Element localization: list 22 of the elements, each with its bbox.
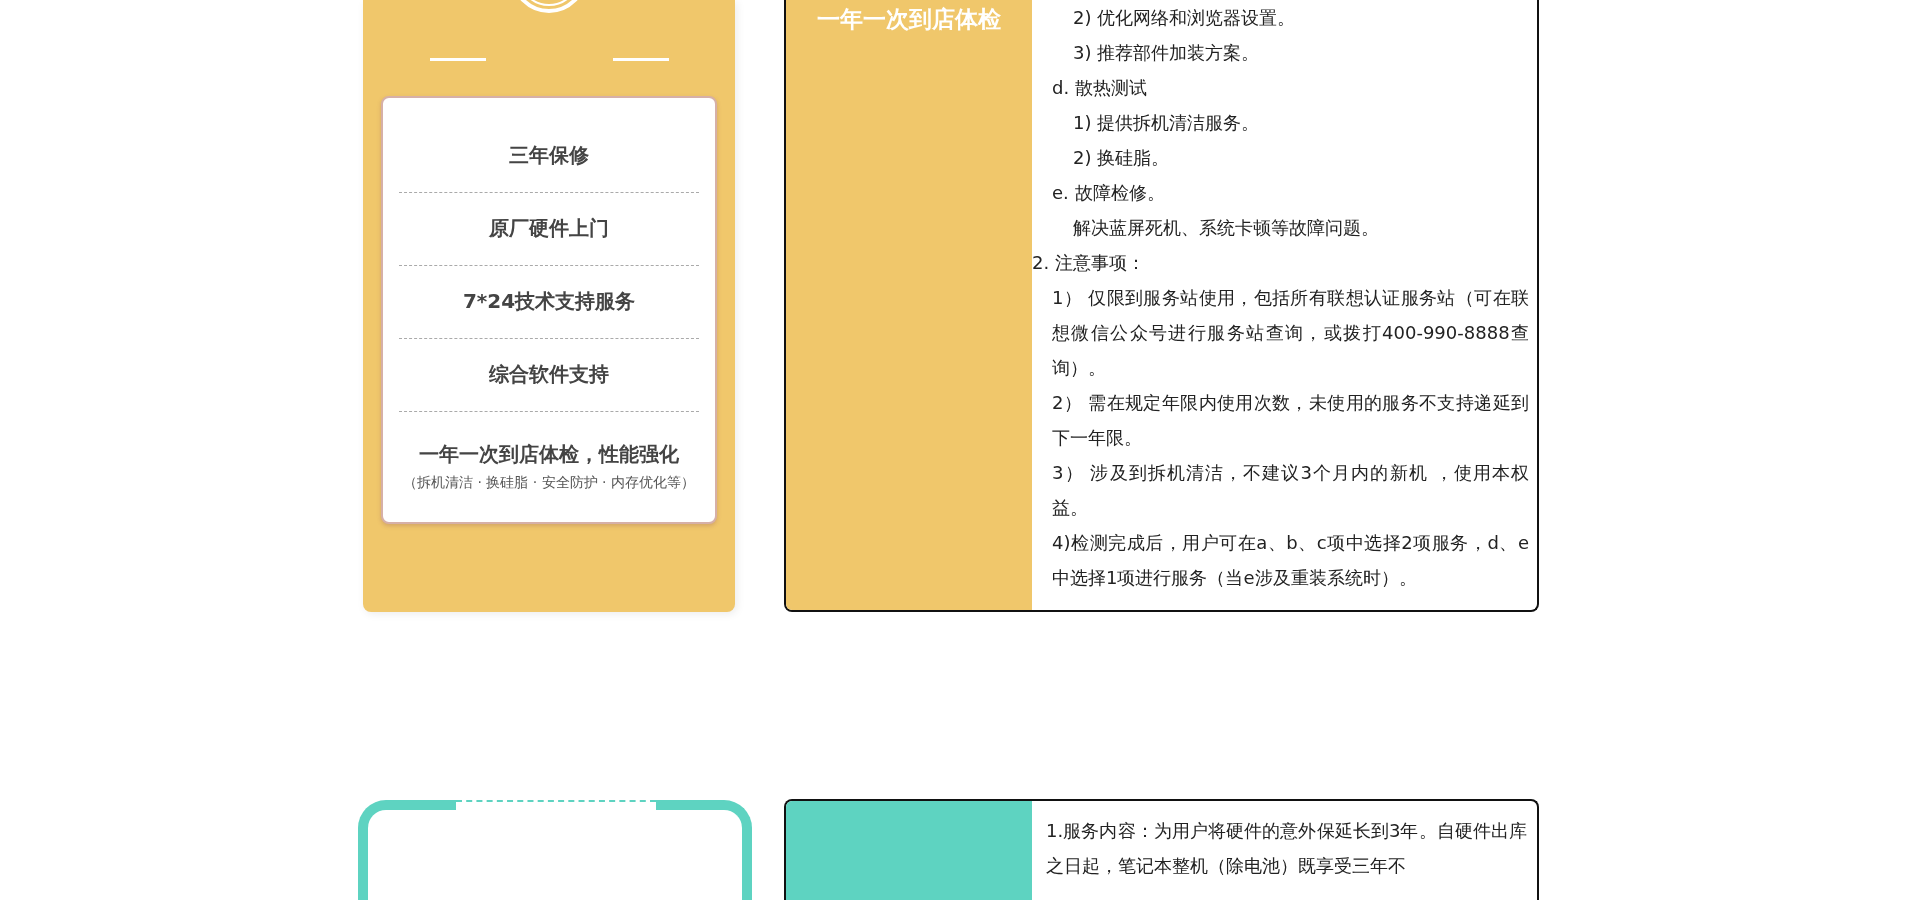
detail-text: d. 散热测试: [1051, 76, 1148, 100]
detail-text: 解决蓝屏死机、系统卡顿等故障问题。: [1072, 216, 1380, 240]
feature-title: 一年一次到店体检，性能强化: [419, 441, 679, 469]
detail-text: 1) 提供拆机清洁服务。: [1072, 111, 1261, 135]
feature-title: 原厂硬件上门: [489, 215, 609, 243]
feature-title: 综合软件支持: [489, 361, 609, 389]
feature-title: 7*24技术支持服务: [462, 288, 636, 316]
detail-text: 4)检测完成后，用户可在a、b、c项中选择2项服务，d、e中选择1项进行服务（当e涉及重装系统时）。: [1051, 531, 1530, 590]
feature-title: 三年保修: [509, 142, 589, 170]
detail-text: 2) 换硅脂。: [1072, 146, 1171, 170]
feature-note: （拆机清洁 · 换硅脂 · 安全防护 · 内存优化等）: [402, 474, 696, 493]
detail-heading: 一年一次到店体检: [817, 5, 1001, 34]
decor-line: [612, 58, 669, 61]
detail-text: 1.服务内容：为用户将硬件的意外保延长到3年。自硬件出库之日起，笔记本整机（除电池）既享受三年不: [1046, 819, 1527, 878]
decor-line: [429, 58, 486, 61]
detail-text: 3） 涉及到拆机清洁，不建议3个月内的新机 ，使用本权益。: [1051, 461, 1530, 520]
detail-text: 1） 仅限到服务站使用，包括所有联想认证服务站（可在联想微信公众号进行服务站查询，或拨打400-990-8888查询）。: [1051, 286, 1530, 380]
detail-text: e. 故障检修。: [1051, 181, 1166, 205]
detail-text: 3) 推荐部件加装方案。: [1072, 41, 1261, 65]
detail-text: 2） 需在规定年限内使用次数，未使用的服务不支持递延到下一年限。: [1051, 391, 1530, 450]
detail-text: 2) 优化网络和浏览器设置。: [1072, 6, 1297, 30]
detail-text: 2. 注意事项：: [1032, 251, 1146, 275]
